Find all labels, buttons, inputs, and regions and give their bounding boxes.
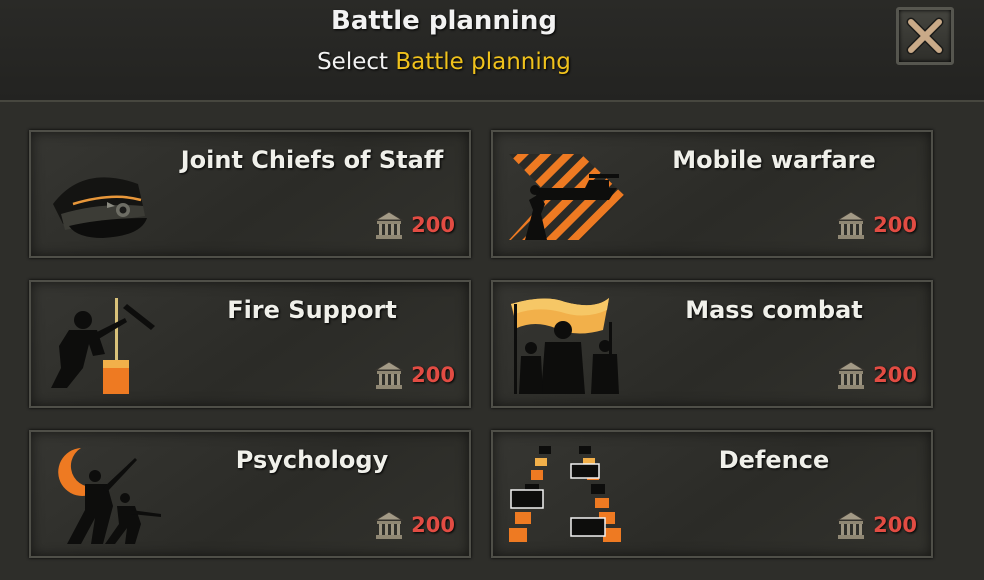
cost-value: 200 — [873, 363, 917, 387]
artillery-soldier-icon — [43, 294, 169, 398]
doctrine-card-psychology[interactable]: Psychology 200 — [29, 430, 471, 558]
close-icon — [906, 17, 944, 55]
cost-value: 200 — [873, 513, 917, 537]
doctrine-name: Psychology — [235, 446, 389, 474]
doctrine-card-mass-combat[interactable]: Mass combat 200 — [491, 280, 933, 408]
doctrine-cost: 200 — [835, 358, 917, 392]
doctrine-card-defence[interactable]: Defence 200 — [491, 430, 933, 558]
doctrine-cost: 200 — [835, 208, 917, 242]
doctrine-card-fire-support[interactable]: Fire Support 200 — [29, 280, 471, 408]
window-title: Battle planning — [331, 6, 557, 36]
doctrine-card-mobile-warfare[interactable]: Mobile warfare 200 — [491, 130, 933, 258]
army-experience-icon — [836, 211, 866, 239]
doctrine-card-joint-chiefs[interactable]: Joint Chiefs of Staff 200 — [29, 130, 471, 258]
doctrine-name: Fire Support — [227, 296, 397, 324]
army-experience-icon — [374, 511, 404, 539]
doctrine-name: Joint Chiefs of Staff — [180, 146, 444, 174]
army-experience-icon — [374, 211, 404, 239]
cost-value: 200 — [411, 513, 455, 537]
window-subtitle: Select Battle planning — [0, 49, 888, 75]
window-header: Battle planning Select Battle planning — [0, 0, 984, 100]
doctrine-panel: Joint Chiefs of Staff 200 Mobile warfare… — [0, 100, 984, 580]
barrier-icon — [505, 444, 631, 548]
doctrine-name: Mobile warfare — [672, 146, 876, 174]
cost-value: 200 — [411, 363, 455, 387]
doctrine-cost: 200 — [835, 508, 917, 542]
cost-value: 200 — [873, 213, 917, 237]
doctrine-cost: 200 — [373, 508, 455, 542]
officer-cap-icon — [43, 144, 169, 248]
doctrine-cost: 200 — [373, 208, 455, 242]
doctrine-name: Defence — [718, 446, 830, 474]
doctrine-cost: 200 — [373, 358, 455, 392]
subtitle-highlight: Battle planning — [395, 49, 571, 75]
army-experience-icon — [836, 361, 866, 389]
crowd-flag-icon — [505, 294, 631, 398]
tank-chevron-icon — [505, 144, 631, 248]
cost-value: 200 — [411, 213, 455, 237]
close-button[interactable] — [896, 7, 954, 65]
moon-soldiers-icon — [43, 444, 169, 548]
army-experience-icon — [836, 511, 866, 539]
army-experience-icon — [374, 361, 404, 389]
doctrine-name: Mass combat — [685, 296, 863, 324]
subtitle-prefix: Select — [317, 49, 389, 75]
